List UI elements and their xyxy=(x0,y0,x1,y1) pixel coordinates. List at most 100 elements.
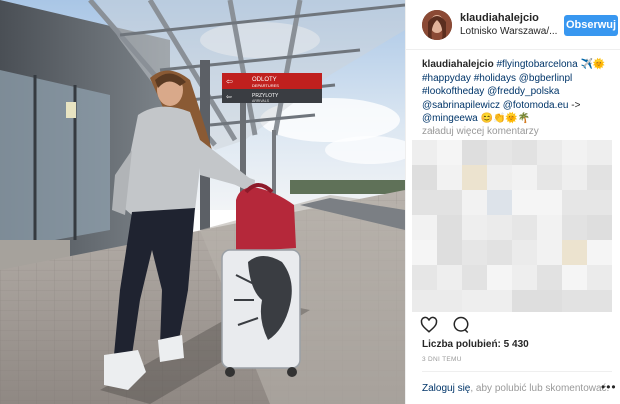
smile-icon: 😊 xyxy=(480,113,493,124)
palm-icon: 🌴 xyxy=(517,113,531,124)
mosaic-cell xyxy=(487,240,512,265)
mosaic-cell xyxy=(462,140,487,165)
more-options-icon[interactable]: ••• xyxy=(601,380,617,394)
location[interactable]: Lotnisko Warszawa/... xyxy=(460,26,557,37)
tag-link[interactable]: @bgberlinpl xyxy=(519,73,573,84)
mosaic-cell xyxy=(487,140,512,165)
tag-link[interactable]: #flyingtobarcelona xyxy=(496,59,577,70)
mosaic-cell xyxy=(512,215,537,240)
mosaic-cell xyxy=(437,240,462,265)
mosaic-cell xyxy=(537,215,562,240)
mosaic-cell xyxy=(462,265,487,290)
svg-text:⇦: ⇦ xyxy=(226,93,232,101)
tag-link[interactable]: @sabrinapilewicz xyxy=(422,100,500,111)
mosaic-cell xyxy=(487,265,512,290)
caption-username[interactable]: klaudiahalejcio xyxy=(422,59,494,70)
tag-link[interactable]: #lookoftheday xyxy=(422,86,484,97)
mosaic-cell xyxy=(562,240,587,265)
mosaic-cell xyxy=(587,215,612,240)
departures-sign: ODLOTY DEPARTURES PRZYLOTY ARRIVALS ⇦ ⇦ xyxy=(222,73,322,103)
mosaic-cell xyxy=(512,140,537,165)
mosaic-cell xyxy=(587,165,612,190)
post-timestamp: 3 DNI TEMU xyxy=(422,356,462,363)
sun-icon: 🌞 xyxy=(505,113,518,124)
likes-count[interactable]: Liczba polubień: 5 430 xyxy=(422,339,529,350)
mosaic-cell xyxy=(512,190,537,215)
svg-text:ARRIVALS: ARRIVALS xyxy=(252,99,270,103)
mosaic-cell xyxy=(487,290,512,312)
follow-button[interactable]: Obserwuj xyxy=(564,15,618,36)
mosaic-cell xyxy=(562,165,587,190)
mosaic-cell xyxy=(462,290,487,312)
mosaic-cell xyxy=(587,240,612,265)
mosaic-cell xyxy=(487,165,512,190)
svg-text:⇦: ⇦ xyxy=(226,77,233,86)
login-prompt-text: , aby polubić lub skomentować. xyxy=(470,383,610,394)
tag-link[interactable]: @fotomoda.eu xyxy=(503,100,569,111)
sun-icon: 🌞 xyxy=(592,59,606,70)
mosaic-cell xyxy=(512,240,537,265)
tag-link[interactable]: @freddy_polska xyxy=(487,86,559,97)
load-more-comments[interactable]: załaduj więcej komentarzy xyxy=(422,126,539,137)
post-photo[interactable]: ODLOTY DEPARTURES PRZYLOTY ARRIVALS ⇦ ⇦ xyxy=(0,0,405,404)
mosaic-cell xyxy=(537,190,562,215)
mosaic-cell xyxy=(437,265,462,290)
hands-icon: 👏 xyxy=(492,113,506,124)
mosaic-cell xyxy=(587,265,612,290)
mosaic-cell xyxy=(412,240,437,265)
mosaic-cell xyxy=(487,190,512,215)
mosaic-cell xyxy=(412,215,437,240)
suitcase xyxy=(221,249,301,377)
mosaic-cell xyxy=(562,290,587,312)
mosaic-cell xyxy=(587,190,612,215)
mosaic-cell xyxy=(437,215,462,240)
mosaic-cell xyxy=(587,140,612,165)
comment-icon[interactable] xyxy=(452,316,470,339)
pixelated-comments xyxy=(412,140,612,312)
mosaic-cell xyxy=(437,140,462,165)
mosaic-cell xyxy=(462,165,487,190)
mosaic-cell xyxy=(537,140,562,165)
tag-link[interactable]: #holidays xyxy=(474,73,516,84)
mosaic-cell xyxy=(412,265,437,290)
mosaic-cell xyxy=(537,165,562,190)
tag-link[interactable]: #happyday xyxy=(422,73,471,84)
mosaic-cell xyxy=(512,290,537,312)
mosaic-cell xyxy=(562,190,587,215)
mosaic-cell xyxy=(512,165,537,190)
mosaic-cell xyxy=(562,265,587,290)
caption: klaudiahalejcio #flyingtobarcelona ✈️🌞 #… xyxy=(422,58,612,126)
mosaic-cell xyxy=(412,165,437,190)
mosaic-cell xyxy=(587,290,612,312)
login-prompt: Zaloguj się, aby polubić lub skomentować… xyxy=(422,383,609,394)
action-bar xyxy=(420,316,620,336)
mosaic-cell xyxy=(537,240,562,265)
mosaic-cell xyxy=(437,190,462,215)
mosaic-cell xyxy=(562,140,587,165)
mosaic-cell xyxy=(437,165,462,190)
login-link[interactable]: Zaloguj się xyxy=(422,383,470,394)
mosaic-cell xyxy=(462,215,487,240)
mosaic-cell xyxy=(462,240,487,265)
divider xyxy=(422,371,612,372)
arrow-text: -> xyxy=(571,99,581,111)
svg-text:DEPARTURES: DEPARTURES xyxy=(252,83,279,88)
mosaic-cell xyxy=(437,290,462,312)
mosaic-cell xyxy=(562,215,587,240)
post-header: klaudiahalejcio Lotnisko Warszawa/... Ob… xyxy=(406,0,620,50)
mosaic-cell xyxy=(412,290,437,312)
mosaic-cell xyxy=(412,140,437,165)
mosaic-cell xyxy=(537,290,562,312)
airplane-icon: ✈️ xyxy=(580,59,593,70)
tag-link[interactable]: @mingeewa xyxy=(422,113,478,124)
mosaic-cell xyxy=(512,265,537,290)
mosaic-cell xyxy=(462,190,487,215)
mosaic-cell xyxy=(412,190,437,215)
avatar[interactable] xyxy=(422,10,452,40)
header-username[interactable]: klaudiahalejcio xyxy=(460,12,539,24)
mosaic-cell xyxy=(487,215,512,240)
post-sidebar: klaudiahalejcio Lotnisko Warszawa/... Ob… xyxy=(405,0,620,404)
mosaic-cell xyxy=(537,265,562,290)
heart-icon[interactable] xyxy=(420,316,438,339)
instagram-post: ODLOTY DEPARTURES PRZYLOTY ARRIVALS ⇦ ⇦ xyxy=(0,0,620,404)
